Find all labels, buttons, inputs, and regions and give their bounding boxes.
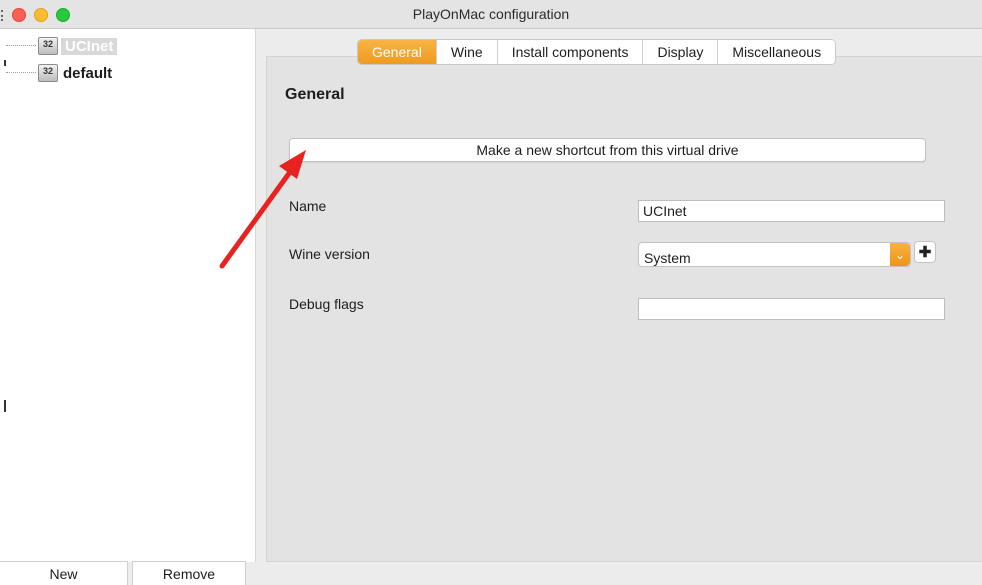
remove-prefix-button[interactable]: Remove [132,561,246,585]
window-controls [12,8,70,22]
sidebar-item-label: default [63,64,113,82]
new-prefix-button[interactable]: New [0,561,128,585]
maximize-window-button[interactable] [56,8,70,22]
prefix-sidebar: 32 UCInet 32 default [0,29,256,562]
edge-marker [4,400,6,412]
tree-guide-line [6,72,36,74]
sidebar-item-default[interactable]: 32 default [0,62,112,84]
name-field[interactable]: UCInet [638,200,945,222]
wine-prefix-32bit-icon: 32 [38,64,58,82]
window-title: PlayOnMac configuration [412,6,570,22]
title-bar: PlayOnMac configuration [0,0,982,29]
debug-flags-field[interactable] [638,298,945,320]
sidebar-item-label: UCInet [61,37,118,55]
tab-miscellaneous[interactable]: Miscellaneous [717,40,836,64]
minimize-window-button[interactable] [34,8,48,22]
edge-marker [4,60,6,66]
tab-wine[interactable]: Wine [435,40,497,64]
tab-install-components[interactable]: Install components [496,40,643,64]
wine-version-label: Wine version [289,246,370,262]
tab-display[interactable]: Display [642,40,718,64]
close-window-button[interactable] [12,8,26,22]
tab-bar: General Wine Install components Display … [357,39,837,65]
wine-version-select[interactable]: System ⌄ [638,242,911,267]
edge-marker [1,10,5,21]
add-wine-version-button[interactable]: ✚ [914,241,936,263]
tab-general[interactable]: General [358,40,436,64]
section-heading: General [285,86,345,103]
plus-icon: ✚ [918,244,932,261]
sidebar-button-bar: New Remove [0,559,255,585]
chevron-down-icon: ⌄ [890,243,910,266]
debug-flags-label: Debug flags [289,296,364,312]
wine-prefix-32bit-icon: 32 [38,37,58,55]
tree-guide-line [6,45,36,47]
name-label: Name [289,198,327,214]
sidebar-item-ucinet[interactable]: 32 UCInet [0,35,118,57]
wine-version-value: System [644,249,691,266]
make-shortcut-button[interactable]: Make a new shortcut from this virtual dr… [289,138,926,162]
